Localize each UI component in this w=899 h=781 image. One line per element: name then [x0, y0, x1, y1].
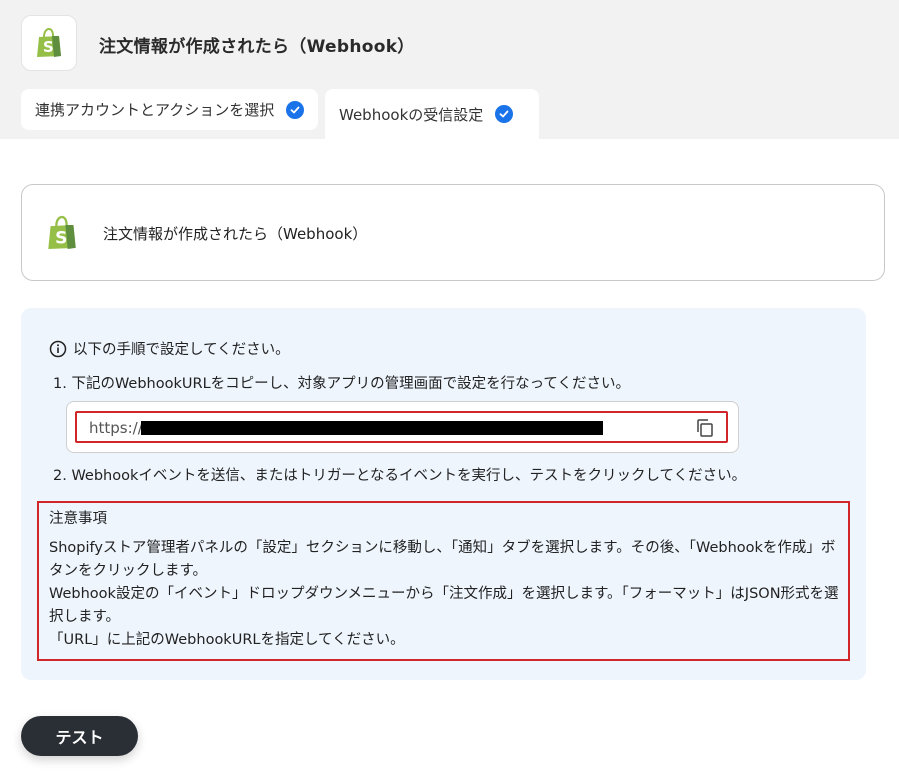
step-1-text: 1. 下記のWebhookURLをコピーし、対象アプリの管理画面で設定を行なって…	[53, 376, 630, 392]
trigger-label: 注文情報が作成されたら（Webhook）	[103, 225, 368, 243]
webhook-url-text[interactable]: https://	[89, 419, 143, 437]
notes-line: Webhook設定の「イベント」ドロップダウンメニューから「注文作成」を選択しま…	[49, 586, 839, 625]
tab-label: Webhookの受信設定	[339, 105, 484, 124]
notes-line: Shopifyストア管理者パネルの「設定」セクションに移動し、「通知」タブを選択…	[49, 540, 836, 579]
webhook-url-highlight: https://	[75, 411, 728, 443]
intro-text: 以下の手順で設定してください。	[73, 342, 290, 358]
instructions-intro: 以下の手順で設定してください。	[49, 338, 290, 359]
page-title: 注文情報が作成されたら（Webhook）	[99, 37, 415, 57]
tab-account-action[interactable]: 連携アカウントとアクションを選択	[21, 89, 319, 130]
copy-icon	[697, 419, 713, 437]
tab-webhook-settings[interactable]: Webhookの受信設定	[325, 89, 539, 139]
tab-label: 連携アカウントとアクションを選択	[35, 101, 275, 119]
check-circle-icon	[495, 105, 514, 123]
step-2-text: 2. Webhookイベントを送信、またはトリガーとなるイベントを実行し、テスト…	[53, 468, 747, 484]
shopify-bag-icon: S	[37, 28, 61, 57]
notes-title: 注意事項	[49, 511, 107, 527]
webhook-url-field[interactable]: https://	[66, 401, 739, 453]
info-circle-icon	[49, 340, 67, 357]
app-icon-box: S	[21, 15, 77, 71]
shopify-bag-icon: S	[48, 215, 76, 249]
notes-line: 「URL」に上記のWebhookURLを指定してください。	[49, 632, 405, 648]
url-redaction	[141, 421, 603, 435]
svg-text:S: S	[55, 228, 67, 248]
trigger-card[interactable]: S 注文情報が作成されたら（Webhook）	[21, 184, 885, 281]
instructions-panel: 以下の手順で設定してください。 1. 下記のWebhookURLをコピーし、対象…	[21, 308, 866, 680]
copy-button[interactable]	[694, 417, 716, 439]
notes-section: 注意事項 Shopifyストア管理者パネルの「設定」セクションに移動し、「通知」…	[37, 501, 850, 661]
check-circle-icon	[286, 100, 305, 119]
notes-body: Shopifyストア管理者パネルの「設定」セクションに移動し、「通知」タブを選択…	[49, 537, 844, 652]
svg-text:S: S	[43, 38, 54, 56]
test-button[interactable]: テスト	[21, 716, 138, 756]
